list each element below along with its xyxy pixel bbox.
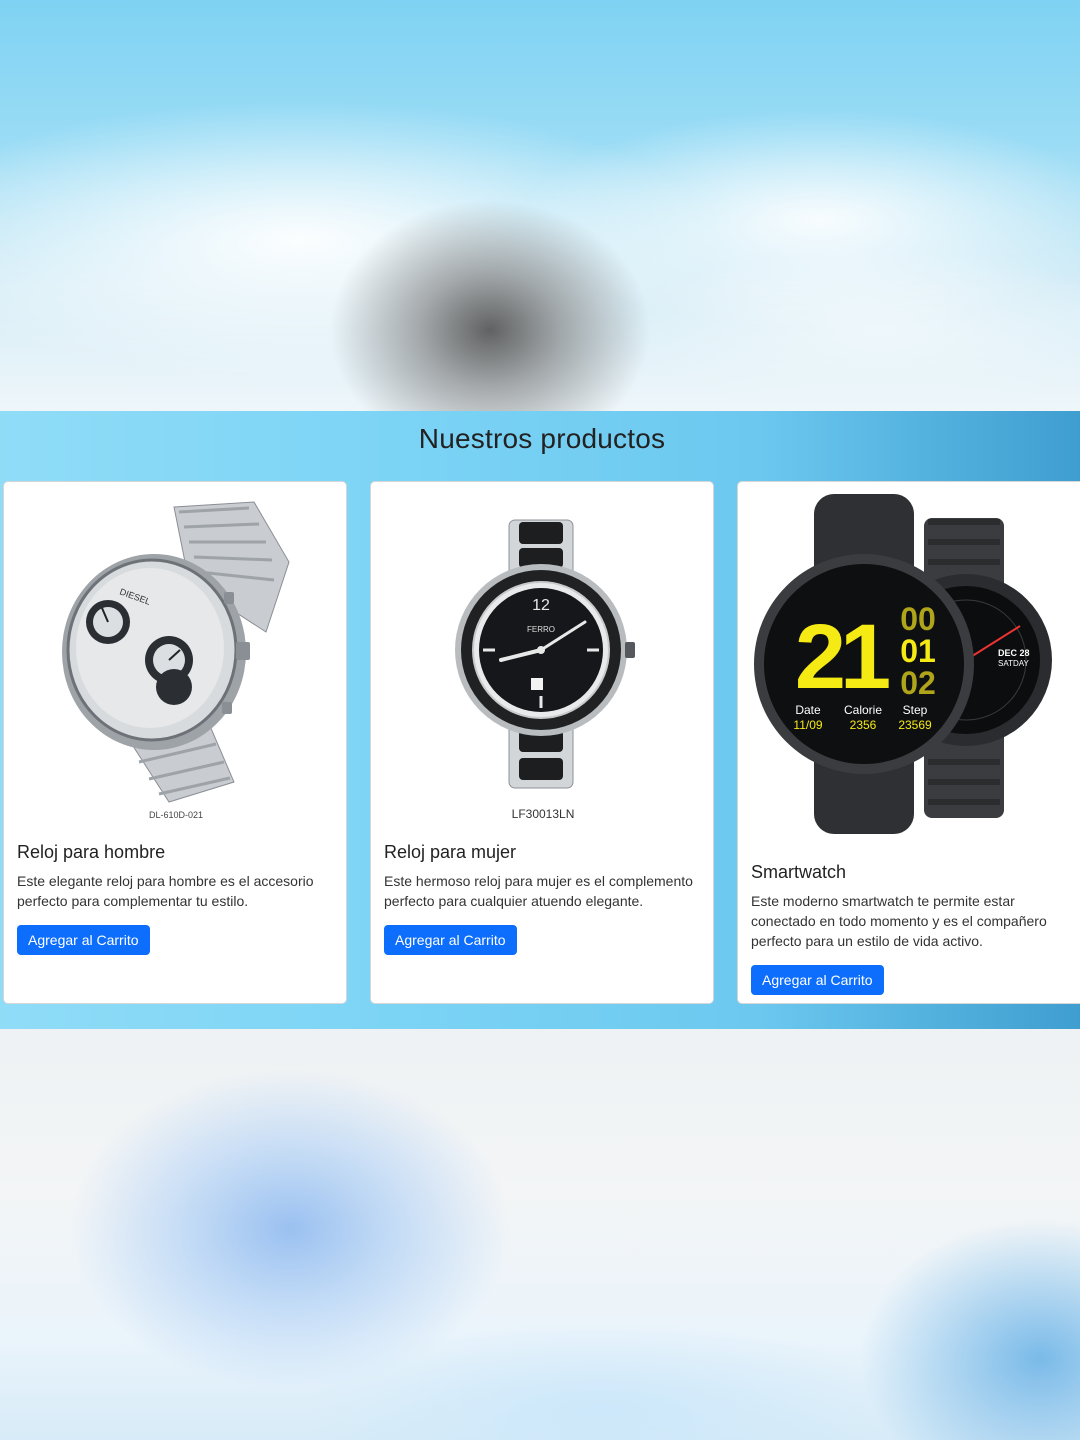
women-watch-caption: LF30013LN: [512, 807, 575, 821]
smartwatch-day: SATDAY: [998, 659, 1029, 668]
smartwatch-big-number: 21: [795, 606, 889, 708]
smartwatch-row-2: 01: [900, 633, 936, 669]
smartwatch-value-date: 11/09: [793, 718, 822, 732]
smartwatch-value-calorie: 2356: [850, 718, 877, 732]
product-image-men-watch: DIESEL DL-610D-021: [4, 482, 346, 822]
svg-text:12: 12: [532, 597, 550, 614]
add-to-cart-button-smartwatch[interactable]: Agregar al Carrito: [751, 965, 884, 995]
product-description-smartwatch: Este moderno smartwatch te permite estar…: [751, 893, 1047, 949]
product-title-men: Reloj para hombre: [17, 842, 166, 862]
smartwatch-value-step: 23569: [898, 718, 932, 732]
women-watch-brand: FERRO: [527, 625, 555, 634]
smartwatch-date: DEC 28: [998, 648, 1030, 658]
product-card-women: 12 FERRO LF30013LN Reloj para mujer Este…: [370, 481, 714, 1004]
product-title-smartwatch: Smartwatch: [751, 862, 847, 882]
smartwatch-row-3: 02: [900, 665, 936, 701]
section-title: Nuestros productos: [418, 423, 666, 454]
product-card-smartwatch: DEC 28 SATDAY 21 00 01 02 Date 11/09 Cal…: [737, 481, 1080, 1004]
men-watch-caption: DL-610D-021: [149, 810, 203, 820]
hero-background-bottom: [0, 1029, 1080, 1440]
smartwatch-label-date: Date: [795, 703, 821, 717]
product-card-men: DIESEL DL-610D-021 Reloj para hombre Est…: [3, 481, 347, 1004]
smartwatch-label-step: Step: [903, 703, 928, 717]
product-description-men: Este elegante reloj para hombre es el ac…: [17, 873, 314, 909]
product-image-smartwatch: DEC 28 SATDAY 21 00 01 02 Date 11/09 Cal…: [738, 482, 1080, 842]
product-title-women: Reloj para mujer: [384, 842, 517, 862]
add-to-cart-button-men[interactable]: Agregar al Carrito: [17, 925, 150, 955]
add-to-cart-button-women[interactable]: Agregar al Carrito: [384, 925, 517, 955]
smartwatch-row-1: 00: [900, 601, 936, 637]
hero-background-top: [0, 0, 1080, 411]
products-section: Nuestros productos DIESEL DL-610D-021 Re…: [0, 411, 1080, 1029]
product-image-women-watch: 12 FERRO LF30013LN: [371, 482, 713, 822]
smartwatch-label-calorie: Calorie: [844, 703, 882, 717]
product-description-women: Este hermoso reloj para mujer es el comp…: [384, 873, 693, 909]
